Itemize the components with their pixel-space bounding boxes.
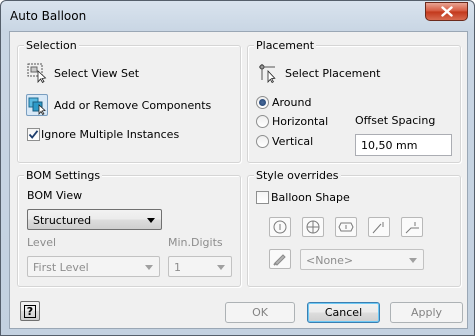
- cancel-button[interactable]: Cancel: [307, 302, 380, 323]
- balloon-shape-checkbox[interactable]: [256, 191, 269, 204]
- select-placement-button[interactable]: [257, 62, 279, 84]
- bom-settings-group-title: BOM Settings: [24, 169, 103, 182]
- window-title: Auto Balloon: [10, 9, 87, 23]
- chevron-down-icon: [217, 265, 225, 270]
- chevron-down-icon: [145, 265, 153, 270]
- min-digits-label: Min.Digits: [168, 236, 223, 249]
- close-icon: [440, 6, 453, 17]
- placement-vertical-radio[interactable]: [256, 135, 269, 148]
- bom-view-value: Structured: [33, 214, 92, 227]
- checkmark-icon: [28, 130, 39, 139]
- add-remove-components-icon: [28, 97, 46, 115]
- level-label: Level: [27, 236, 57, 249]
- ignore-multiple-instances-checkbox[interactable]: [27, 128, 40, 141]
- help-button[interactable]: ?: [20, 301, 40, 321]
- offset-spacing-label: Offset Spacing: [355, 114, 436, 127]
- placement-around-radio[interactable]: [256, 96, 269, 109]
- min-digits-dropdown[interactable]: 1: [168, 256, 232, 277]
- auto-balloon-dialog: Auto Balloon Selection Select View Set A…: [0, 0, 475, 336]
- min-digits-value: 1: [174, 261, 181, 274]
- balloon-shape-label[interactable]: Balloon Shape: [271, 191, 350, 204]
- apply-button[interactable]: Apply: [390, 302, 463, 323]
- radio-selected-dot: [259, 99, 266, 106]
- select-placement-icon: [259, 64, 276, 83]
- help-icon: ?: [24, 304, 36, 318]
- close-button[interactable]: [425, 2, 468, 21]
- placement-vertical-label[interactable]: Vertical: [272, 135, 313, 148]
- select-view-set-button[interactable]: [26, 62, 48, 84]
- dialog-body: Selection Select View Set Add or Remove …: [9, 31, 468, 329]
- balloon-circle-icon: [273, 220, 287, 234]
- placement-around-label[interactable]: Around: [272, 96, 311, 109]
- level-value: First Level: [33, 261, 89, 274]
- offset-spacing-input[interactable]: 10,50 mm: [355, 134, 452, 156]
- style-brush-icon: [273, 254, 286, 266]
- title-bar: Auto Balloon: [1, 1, 474, 31]
- balloon-underline-icon: [405, 222, 419, 234]
- ok-button[interactable]: OK: [225, 302, 295, 323]
- bom-view-dropdown[interactable]: Structured: [27, 209, 162, 230]
- select-placement-label[interactable]: Select Placement: [285, 67, 380, 80]
- balloon-leader-style-button[interactable]: [368, 217, 390, 237]
- balloon-style-dropdown[interactable]: <None>: [300, 249, 424, 270]
- balloon-split-circle-icon: [306, 220, 320, 234]
- ignore-multiple-instances-label[interactable]: Ignore Multiple Instances: [41, 128, 179, 141]
- select-view-set-label[interactable]: Select View Set: [54, 67, 139, 80]
- balloon-split-circle-style-button[interactable]: [302, 217, 324, 237]
- chevron-down-icon: [409, 258, 417, 263]
- balloon-style-picker-button[interactable]: [269, 249, 291, 269]
- level-dropdown[interactable]: First Level: [27, 256, 160, 277]
- selection-group-title: Selection: [24, 39, 79, 52]
- add-remove-components-label[interactable]: Add or Remove Components: [54, 99, 211, 112]
- style-overrides-group-title: Style overrides: [254, 169, 341, 182]
- bom-view-label: BOM View: [27, 189, 83, 202]
- placement-group-title: Placement: [254, 39, 317, 52]
- balloon-underline-style-button[interactable]: [401, 217, 423, 237]
- balloon-hexagon-style-button[interactable]: [335, 217, 357, 237]
- balloon-circle-style-button[interactable]: [269, 217, 291, 237]
- placement-horizontal-radio[interactable]: [256, 115, 269, 128]
- chevron-down-icon: [147, 218, 155, 223]
- balloon-hexagon-icon: [338, 222, 354, 232]
- balloon-leader-icon: [372, 222, 384, 234]
- select-view-set-icon: [27, 63, 47, 83]
- add-remove-components-button[interactable]: [26, 94, 48, 116]
- placement-horizontal-label[interactable]: Horizontal: [272, 115, 328, 128]
- balloon-style-value: <None>: [306, 254, 354, 267]
